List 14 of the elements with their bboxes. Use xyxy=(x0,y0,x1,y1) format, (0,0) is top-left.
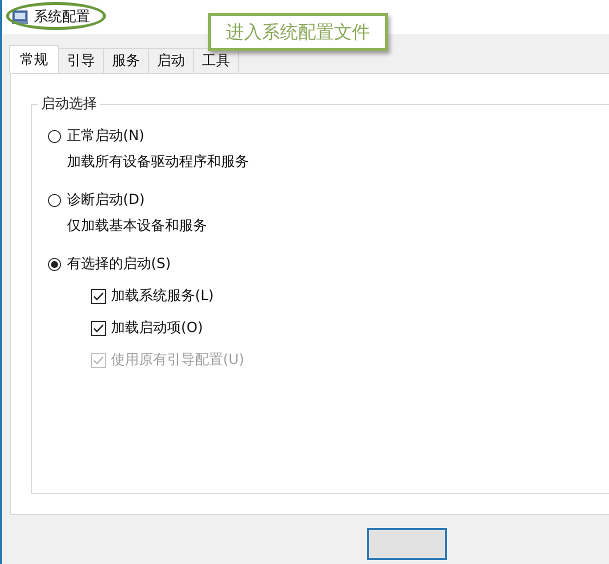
option-description: 仅加载基本设备和服务 xyxy=(67,217,208,235)
group-title: 启动选择 xyxy=(38,95,100,113)
annotation-callout: 进入系统配置文件 xyxy=(208,13,388,51)
option-description: 加载所有设备驱动程序和服务 xyxy=(67,153,250,171)
checkbox-option[interactable]: 加载系统服务(L) xyxy=(91,287,214,305)
checkbox-option[interactable]: 加载启动项(O) xyxy=(91,319,203,337)
radio-option[interactable]: 诊断启动(D) xyxy=(48,191,145,209)
tab[interactable]: 工具 xyxy=(193,48,239,73)
radio-option[interactable]: 正常启动(N) xyxy=(48,127,144,145)
tab[interactable]: 常规 xyxy=(9,45,59,73)
dialog-button[interactable] xyxy=(367,528,447,560)
window-title: 系统配置 xyxy=(34,8,90,26)
radio-option[interactable]: 有选择的启动(S) xyxy=(48,255,171,273)
app-icon xyxy=(12,10,28,24)
